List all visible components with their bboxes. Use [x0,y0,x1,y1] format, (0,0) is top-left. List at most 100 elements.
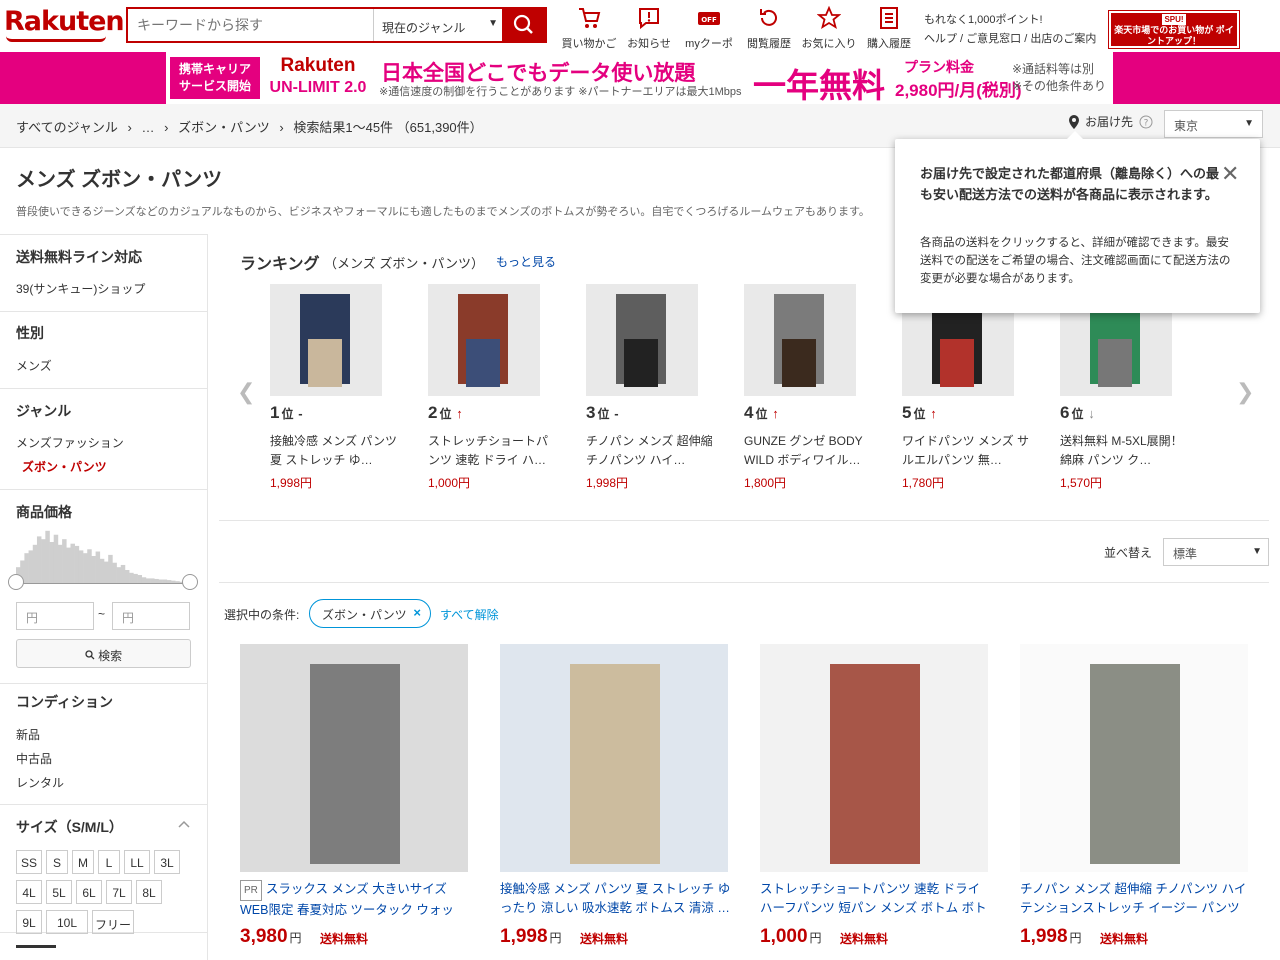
price-slider-max-handle[interactable] [182,574,198,590]
shipping-filter-item[interactable]: 39(サンキュー)ショップ [16,280,145,297]
help-icon[interactable]: ? [1139,115,1153,129]
ranking-item-name[interactable]: ワイドパンツ メンズ サルエルパンツ 無… [902,432,1030,470]
product-price-unit: 円 [809,931,822,945]
histogram-bar [53,534,59,584]
delivery-prefecture-select[interactable]: 東京 ▼ [1164,110,1263,138]
ranking-item-name[interactable]: GUNZE グンゼ BODY WILD ボディワイル… [744,432,872,470]
price-search-button[interactable]: 検索 [16,639,191,668]
size-option[interactable]: LL [124,850,150,874]
price-min-input[interactable]: 円 [16,602,94,630]
close-icon[interactable]: × [413,605,421,620]
size-option[interactable]: フリー [92,910,134,934]
ranking-thumbnail[interactable] [744,284,856,396]
condition-used[interactable]: 中古品 [16,750,52,767]
product-name-text[interactable]: チノパン メンズ 超伸縮 チノパンツ ハイテンションストレッチ イージー パンツ… [1020,882,1246,918]
size-option[interactable]: 3L [154,850,180,874]
ranking-thumbnail[interactable] [586,284,698,396]
size-option[interactable]: S [46,850,68,874]
ranking-position: 1位 - [270,403,303,423]
filter-chip[interactable]: ズボン・パンツ × [309,599,431,628]
gender-filter-title: 性別 [16,325,44,341]
product-name[interactable]: 接触冷感 メンズ パンツ 夏 ストレッチ ゆったり 涼しい 吸水速乾 ボトムス … [500,880,734,918]
help-links[interactable]: ヘルプ / ご意見窓口 / 出店のご案内 [924,30,1096,49]
ranking-item-name[interactable]: 接触冷感 メンズ パンツ 夏 ストレッチ ゆ… [270,432,398,470]
genre-filter-title: ジャンル [16,403,72,419]
histogram-bar [62,539,67,584]
breadcrumb-all-genres[interactable]: すべてのジャンル [16,120,118,135]
product-name-text[interactable]: スラックス メンズ 大きいサイズ WEB限定 春夏対応 ツータック ウォッシ… [240,882,454,918]
ranking-subtitle: （メンズ ズボン・パンツ） [324,256,485,271]
product-name-text[interactable]: ストレッチショートパンツ 速乾 ドライ ハーフパンツ 短パン メンズ ボトム ボ… [760,882,987,918]
price-slider-min-handle[interactable] [8,574,24,590]
product-image[interactable] [500,644,728,872]
histogram-bar [87,549,92,584]
size-option[interactable]: 5L [46,880,72,904]
product-price-value: 3,980 [240,926,288,947]
product-card: PRスラックス メンズ 大きいサイズ WEB限定 春夏対応 ツータック ウォッシ… [240,644,480,947]
rank-number: 4 [744,403,754,422]
coupon-button[interactable]: OFF myクーポン [680,4,738,66]
gender-filter-item[interactable]: メンズ [16,357,52,374]
ranking-more-link[interactable]: もっと見る [496,253,556,270]
ranking-item-name[interactable]: 送料無料 M-5XL展開！綿麻 パンツ ク… [1060,432,1188,470]
search-input[interactable] [128,9,372,41]
genre-parent[interactable]: メンズファッション [16,434,124,451]
size-option[interactable]: 7L [106,880,132,904]
product-name[interactable]: チノパン メンズ 超伸縮 チノパンツ ハイテンションストレッチ イージー パンツ… [1020,880,1254,918]
size-option[interactable]: 9L [16,910,42,934]
purchase-history-button[interactable]: 購入履歴 [860,4,918,50]
close-icon[interactable]: ✕ [1221,161,1239,187]
notice-button[interactable]: お知らせ [620,4,678,50]
size-option[interactable]: 10L [46,910,88,934]
rank-unit: 位 [913,407,926,421]
condition-new[interactable]: 新品 [16,726,40,743]
ranking-item[interactable] [428,284,560,396]
breadcrumb-ellipsis[interactable]: … [142,120,155,135]
size-option[interactable]: 6L [76,880,102,904]
cart-button[interactable]: 買い物かご [560,4,618,50]
product-price-value: 1,998 [500,926,548,947]
rank-unit: 位 [281,407,294,421]
ranking-prev-arrow[interactable]: ❮ [237,379,255,405]
promo-banner[interactable]: 携帯キャリア サービス開始 Rakuten UN-LIMIT 2.0 日本全国ど… [0,52,1280,104]
favorites-button[interactable]: お気に入り [800,4,858,50]
clear-all-link[interactable]: すべて解除 [440,606,499,623]
price-max-input[interactable]: 円 [112,602,190,630]
size-option[interactable]: SS [16,850,42,874]
product-image[interactable] [1020,644,1248,872]
points-link[interactable]: もれなく1,000ポイント! [924,11,1096,30]
rakuten-logo[interactable]: Rakuten [4,6,125,37]
ranking-item[interactable] [586,284,718,396]
ranking-item[interactable] [744,284,876,396]
ranking-thumbnail[interactable] [270,284,382,396]
page-title: メンズ ズボン・パンツ [16,169,223,191]
breadcrumb-pants[interactable]: ズボン・パンツ [178,120,270,135]
ranking-item-price: 1,570円 [1060,476,1103,490]
product-name[interactable]: ストレッチショートパンツ 速乾 ドライ ハーフパンツ 短パン メンズ ボトム ボ… [760,880,994,918]
history-button[interactable]: 閲覧履歴 [740,4,798,50]
size-option[interactable]: 8L [136,880,162,904]
histogram-bar [45,530,50,584]
search-button[interactable] [502,9,545,41]
selected-conditions-label: 選択中の条件: [224,608,300,622]
spu-banner[interactable]: SPU! 楽天市場でのお買い物が ポイントアップ！ [1108,10,1240,49]
ranking-item[interactable] [270,284,402,396]
ranking-item-name[interactable]: ストレッチショートパンツ 速乾 ドライ ハ… [428,432,556,470]
size-option[interactable]: L [98,850,120,874]
condition-rental[interactable]: レンタル [16,774,64,791]
product-price-unit: 円 [289,931,302,945]
rank-number: 1 [270,403,280,422]
ranking-item-name[interactable]: チノパン メンズ 超伸縮 チノパンツ ハイ… [586,432,714,470]
sort-select[interactable]: 標準 ▼ [1163,538,1269,566]
free-shipping-label: 送料無料 [580,932,629,946]
genre-select[interactable]: 現在のジャンル ▼ [373,9,504,41]
ranking-next-arrow[interactable]: ❯ [1236,379,1254,405]
ranking-thumbnail[interactable] [428,284,540,396]
product-name[interactable]: PRスラックス メンズ 大きいサイズ WEB限定 春夏対応 ツータック ウォッシ… [240,880,474,918]
product-image[interactable] [240,644,468,872]
chevron-up-icon[interactable] [178,819,190,829]
size-option[interactable]: M [72,850,94,874]
product-image[interactable] [760,644,988,872]
product-name-text[interactable]: 接触冷感 メンズ パンツ 夏 ストレッチ ゆったり 涼しい 吸水速乾 ボトムス … [500,882,730,915]
size-option[interactable]: 4L [16,880,42,904]
